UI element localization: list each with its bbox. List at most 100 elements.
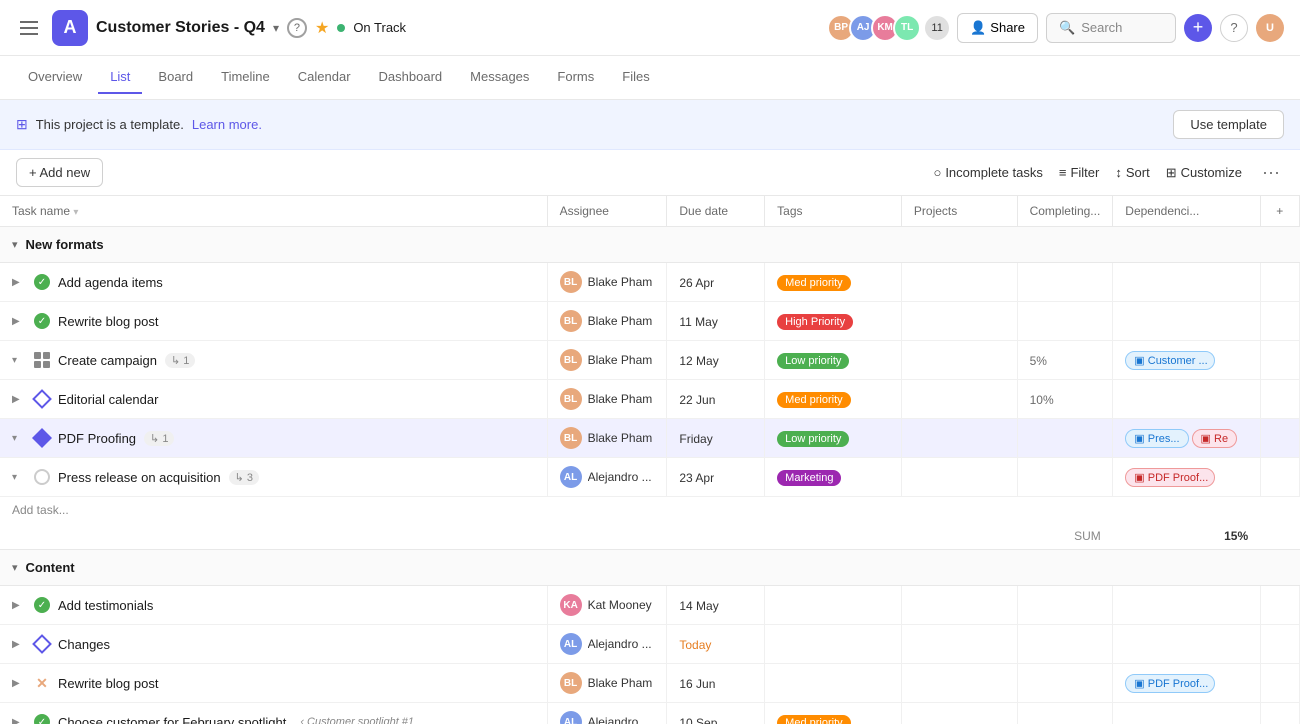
tab-bar: Overview List Board Timeline Calendar Da… (0, 56, 1300, 100)
dep-badge: ▣ Customer ... (1125, 351, 1215, 370)
due-date-cell: 26 Apr (667, 263, 765, 302)
section-chevron-icon[interactable]: ▾ (12, 238, 18, 251)
assignee-avatar: BL (560, 672, 582, 694)
toolbar-right: ○ Incomplete tasks ≡ Filter ↕ Sort ⊞ Cus… (933, 158, 1284, 187)
avatar: TL (893, 14, 921, 42)
expand-icon[interactable]: ▶ (12, 639, 26, 650)
table-row[interactable]: ▾PDF Proofing↳ 1 BL Blake Pham Friday Lo… (0, 419, 1300, 458)
assignee-avatar: KA (560, 594, 582, 616)
assignee-name: Blake Pham (588, 353, 653, 367)
expand-icon[interactable]: ▶ (12, 277, 26, 288)
table-row[interactable]: ▶Changes AL Alejandro ... Today (0, 625, 1300, 664)
table-row[interactable]: ▶✓Choose customer for February spotlight… (0, 703, 1300, 725)
assignee-cell: BL Blake Pham (547, 419, 667, 458)
chevron-down-icon[interactable]: ▾ (273, 21, 279, 35)
assignee-avatar: BL (560, 310, 582, 332)
table-row[interactable]: ▶✓Add testimonials KA Kat Mooney 14 May (0, 586, 1300, 625)
projects-cell (901, 458, 1017, 497)
subtask-badge: ↳ 1 (165, 353, 195, 368)
due-date: Today (679, 638, 711, 652)
incomplete-tasks-filter[interactable]: ○ Incomplete tasks (933, 165, 1042, 180)
section-row-new-formats: ▾ New formats (0, 227, 1300, 264)
expand-icon[interactable]: ▾ (12, 433, 26, 444)
col-header-deps: Dependenci... (1113, 196, 1260, 227)
avatar-count[interactable]: 11 (925, 16, 949, 40)
due-date: 23 Apr (679, 471, 714, 485)
sum-label (0, 523, 1017, 550)
expand-icon[interactable]: ▾ (12, 472, 26, 483)
tab-calendar[interactable]: Calendar (286, 61, 363, 94)
deps-cell: ▣ PDF Proof... (1113, 458, 1260, 497)
due-date: 12 May (679, 354, 718, 368)
hamburger-menu[interactable] (16, 14, 44, 42)
more-options-button[interactable]: ··· (1258, 158, 1284, 187)
assignee-avatar: AL (560, 711, 582, 724)
filter-button[interactable]: ≡ Filter (1059, 165, 1099, 180)
tab-dashboard[interactable]: Dashboard (367, 61, 455, 94)
tab-timeline[interactable]: Timeline (209, 61, 282, 94)
col-header-add[interactable]: + (1260, 196, 1299, 227)
help-icon[interactable]: ? (287, 18, 307, 38)
expand-icon[interactable]: ▶ (12, 394, 26, 405)
add-cell (1260, 586, 1299, 625)
assignee-cell: AL Alejandro ... (547, 458, 667, 497)
tab-forms[interactable]: Forms (545, 61, 606, 94)
search-placeholder: Search (1081, 20, 1122, 35)
section-header[interactable]: ▾ Content (0, 550, 1300, 586)
assignee-cell: AL Alejandro ... (547, 703, 667, 725)
expand-icon[interactable]: ▶ (12, 717, 26, 725)
tab-board[interactable]: Board (146, 61, 205, 94)
add-new-button[interactable]: + Add new (16, 158, 103, 187)
customize-button[interactable]: ⊞ Customize (1166, 165, 1242, 181)
assignee-name: Blake Pham (588, 314, 653, 328)
tab-files[interactable]: Files (610, 61, 661, 94)
use-template-button[interactable]: Use template (1173, 110, 1284, 139)
expand-icon[interactable]: ▶ (12, 600, 26, 611)
tag-badge: Med priority (777, 392, 850, 408)
table-row[interactable]: ▾Create campaign↳ 1 BL Blake Pham 12 May… (0, 341, 1300, 380)
table-row[interactable]: ▶Editorial calendar BL Blake Pham 22 Jun… (0, 380, 1300, 419)
dep-badge: ▣ PDF Proof... (1125, 674, 1215, 693)
expand-icon[interactable]: ▾ (12, 355, 26, 366)
completing-value: 10% (1030, 393, 1054, 407)
assignee-avatar: AL (560, 633, 582, 655)
tab-overview[interactable]: Overview (16, 61, 94, 94)
topbar-right: BP AJ KM TL 11 👤 Share 🔍 Search + ? U (827, 13, 1284, 43)
projects-cell (901, 302, 1017, 341)
add-task-cell[interactable]: Add task... (0, 497, 1300, 524)
user-avatar[interactable]: U (1256, 14, 1284, 42)
assignee-avatar: BL (560, 271, 582, 293)
deps-cell: ▣ Customer ... (1113, 341, 1260, 380)
deps-cell (1113, 302, 1260, 341)
add-button[interactable]: + (1184, 14, 1212, 42)
tab-messages[interactable]: Messages (458, 61, 541, 94)
assignee-avatar: BL (560, 349, 582, 371)
search-box[interactable]: 🔍 Search (1046, 13, 1176, 43)
table-row[interactable]: ▶✕Rewrite blog post BL Blake Pham 16 Jun… (0, 664, 1300, 703)
table-row[interactable]: ▶✓Rewrite blog post BL Blake Pham 11 May… (0, 302, 1300, 341)
assignee-cell: BL Blake Pham (547, 341, 667, 380)
section-chevron-icon[interactable]: ▾ (12, 561, 18, 574)
task-name: Choose customer for February spotlight (58, 715, 286, 725)
share-button[interactable]: 👤 Share (957, 13, 1038, 43)
tag-badge: Med priority (777, 715, 850, 725)
circle-icon: ○ (933, 165, 941, 180)
sort-button[interactable]: ↕ Sort (1115, 165, 1149, 180)
learn-more-link[interactable]: Learn more. (192, 117, 262, 132)
task-name: Add testimonials (58, 598, 153, 613)
expand-icon[interactable]: ▶ (12, 678, 26, 689)
table-row[interactable]: ▾Press release on acquisition↳ 3 AL Alej… (0, 458, 1300, 497)
tab-list[interactable]: List (98, 61, 142, 94)
section-header[interactable]: ▾ New formats (0, 227, 1300, 263)
add-task-row[interactable]: Add task... (0, 497, 1300, 524)
question-icon[interactable]: ? (1220, 14, 1248, 42)
app-icon: A (52, 10, 88, 46)
star-icon[interactable]: ★ (315, 18, 329, 38)
table-row[interactable]: ▶✓Add agenda items BL Blake Pham 26 Apr … (0, 263, 1300, 302)
dep-badge: ▣ Re (1192, 429, 1238, 448)
col-header-assignee: Assignee (547, 196, 667, 227)
sort-icon: ↕ (1115, 165, 1122, 180)
topbar: A Customer Stories - Q4 ▾ ? ★ On Track B… (0, 0, 1300, 56)
expand-icon[interactable]: ▶ (12, 316, 26, 327)
assignee-cell: BL Blake Pham (547, 380, 667, 419)
